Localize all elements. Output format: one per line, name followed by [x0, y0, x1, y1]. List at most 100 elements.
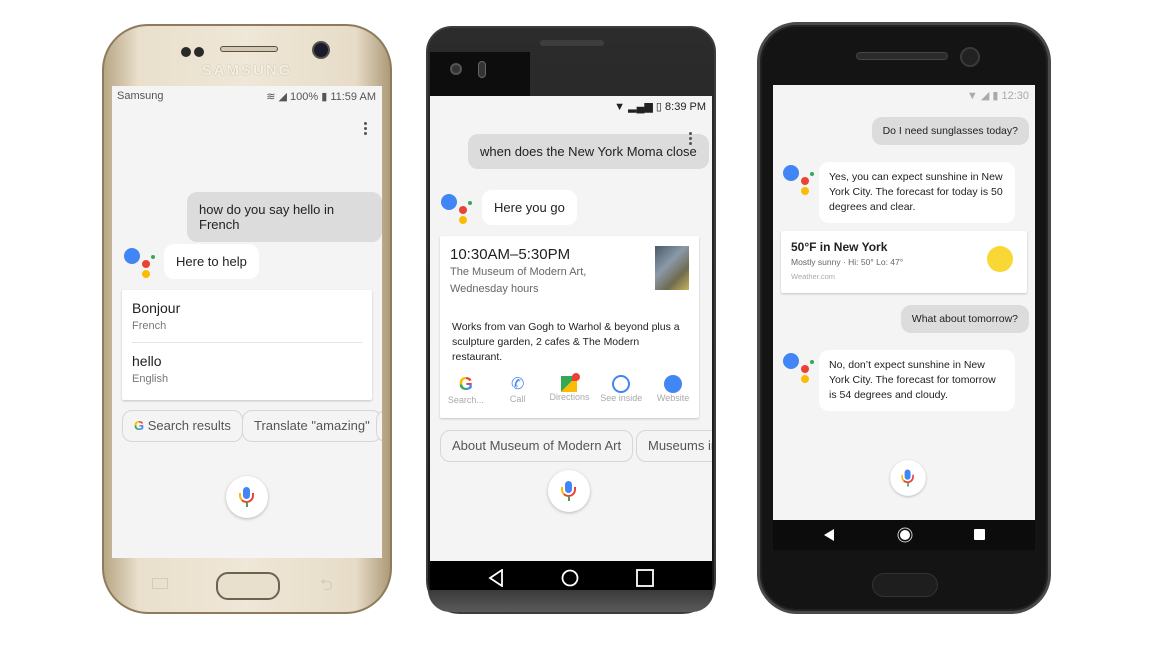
earpiece-speaker [856, 52, 948, 60]
status-bar: ▼ ◢ ▮ 12:30 [773, 85, 1035, 105]
action-row: G Search... ✆ Call Directions See inside [440, 373, 699, 414]
weather-card[interactable]: 50°F in New York Mostly sunny · Hi: 50° … [781, 231, 1027, 293]
clock: 12:30 [1001, 90, 1029, 102]
signal-icon: ◢ [980, 90, 990, 102]
bottom-bezel: ⮌ [104, 556, 390, 612]
status-right: ▼ ◢ ▮ 12:30 [967, 89, 1029, 102]
top-bezel: SAMSUNG [104, 26, 390, 86]
chip-museums-nearby[interactable]: Museums in New York [636, 430, 712, 462]
assistant-logo-icon [783, 163, 819, 195]
sensors [181, 44, 207, 62]
recents-icon[interactable] [974, 529, 985, 540]
proximity-sensor [478, 61, 486, 78]
street-view-icon [612, 375, 631, 393]
signal-icon: ▂▄▆ [628, 101, 653, 113]
museum-thumbnail[interactable] [655, 246, 689, 290]
action-label: Website [656, 393, 690, 403]
user-message-bubble: What about tomorrow? [900, 305, 1029, 333]
overflow-menu-icon[interactable] [364, 120, 368, 137]
earpiece [540, 40, 604, 46]
phone-screen: ▼ ▂▄▆ ▯ 8:39 PM when does the New York M… [430, 96, 712, 561]
maps-icon [561, 373, 581, 392]
clock: 11:59 AM [330, 91, 376, 103]
source-word: hello [132, 353, 162, 369]
hours-text: 10:30AM–5:30PM [450, 246, 571, 263]
assistant-reply-bubble: Here you go [482, 190, 577, 225]
carrier-label: Samsung [117, 90, 164, 102]
wifi-icon: ▼ [966, 90, 978, 102]
chip-search-results[interactable]: G Search results [122, 410, 243, 442]
weather-source: Weather.com [791, 272, 836, 281]
hours-subtitle: Wednesday hours [450, 283, 539, 295]
battery-percent: 100% [290, 91, 319, 103]
assistant-reply-bubble: Here to help [164, 244, 259, 279]
status-right: ▼ ▂▄▆ ▯ 8:39 PM [614, 100, 706, 113]
back-icon[interactable] [823, 529, 835, 541]
overflow-menu-icon[interactable] [689, 130, 693, 147]
action-label: Call [509, 394, 526, 404]
recent-apps-key[interactable] [152, 578, 168, 589]
sunny-icon [987, 246, 1013, 272]
chip-label: Translate "amazing" [254, 418, 370, 433]
chip-translate[interactable]: Translate "amazing" [242, 410, 382, 442]
front-camera [960, 47, 980, 67]
assistant-message-bubble: No, don’t expect sunshine in New York Ci… [819, 350, 1015, 411]
phone-screen: Samsung ≋ ◢ 100% ▮ 11:59 AM how do you s… [112, 86, 382, 558]
assistant-logo-icon [124, 246, 160, 278]
action-label: Directions [549, 392, 590, 402]
brand-logo: SAMSUNG [201, 62, 293, 79]
chip-label: Search results [147, 418, 231, 433]
status-bar: ▼ ▂▄▆ ▯ 8:39 PM [430, 96, 712, 116]
translated-word: Bonjour [132, 300, 181, 316]
home-icon[interactable] [561, 569, 579, 587]
place-name: The Museum of Modern Art, [450, 266, 587, 278]
front-camera [450, 63, 462, 75]
source-row: hello English [132, 353, 168, 385]
chip-label: About Museum of Modern Art [452, 438, 622, 453]
action-call[interactable]: ✆ Call [493, 374, 543, 414]
recents-icon[interactable] [636, 569, 654, 587]
battery-icon: ▯ [655, 101, 662, 113]
phone-screen: ▼ ◢ ▮ 12:30 Do I need sunglasses today? … [773, 85, 1035, 520]
action-label: Search... [447, 395, 484, 405]
globe-icon [664, 375, 683, 393]
source-language: English [132, 373, 169, 385]
mic-button[interactable] [548, 470, 590, 512]
phone-icon: ✆ [510, 376, 525, 393]
action-see-inside[interactable]: See inside [596, 374, 646, 414]
htc-phone: ▼ ◢ ▮ 12:30 Do I need sunglasses today? … [757, 22, 1051, 614]
wifi-icon: ▼ [614, 101, 626, 113]
home-button[interactable] [216, 572, 280, 600]
translated-language: French [132, 320, 167, 332]
signal-icon: ◢ [278, 91, 287, 103]
weather-title: 50°F in New York [791, 240, 888, 254]
user-query-bubble: when does the New York Moma close [468, 134, 709, 169]
user-query-bubble: how do you say hello in French [187, 192, 382, 242]
action-label: See inside [600, 393, 643, 403]
bottom-chin [428, 590, 714, 612]
battery-icon: ▮ [321, 91, 328, 103]
back-icon[interactable] [488, 569, 504, 587]
translation-row: Bonjour French [132, 300, 180, 332]
translation-card[interactable]: Bonjour French hello English [122, 290, 372, 400]
home-icon[interactable] [897, 527, 913, 543]
assistant-message-bubble: Yes, you can expect sunshine in New York… [819, 162, 1015, 223]
fingerprint-sensor[interactable] [872, 573, 938, 597]
clock: 8:39 PM [665, 101, 706, 113]
samsung-phone: SAMSUNG Samsung ≋ ◢ 100% ▮ 11:59 AM how … [102, 24, 392, 614]
wifi-icon: ≋ [266, 91, 276, 103]
status-bar: Samsung ≋ ◢ 100% ▮ 11:59 AM [112, 86, 382, 106]
chip-more[interactable] [376, 410, 382, 442]
back-key[interactable]: ⮌ [320, 574, 333, 601]
action-search[interactable]: G Search... [441, 374, 491, 414]
museum-description: Works from van Gogh to Warhol & beyond p… [452, 321, 680, 363]
mic-button[interactable] [226, 476, 268, 518]
assistant-logo-icon [783, 351, 819, 383]
chip-about-museum[interactable]: About Museum of Modern Art [440, 430, 634, 462]
lg-phone: ▼ ▂▄▆ ▯ 8:39 PM when does the New York M… [426, 26, 716, 614]
museum-hours-card[interactable]: 10:30AM–5:30PM The Museum of Modern Art,… [440, 236, 699, 418]
action-directions[interactable]: Directions [544, 373, 594, 414]
action-website[interactable]: Website [648, 374, 698, 414]
weather-detail: Mostly sunny · Hi: 50° Lo: 47° [791, 257, 904, 267]
mic-button[interactable] [890, 460, 926, 496]
